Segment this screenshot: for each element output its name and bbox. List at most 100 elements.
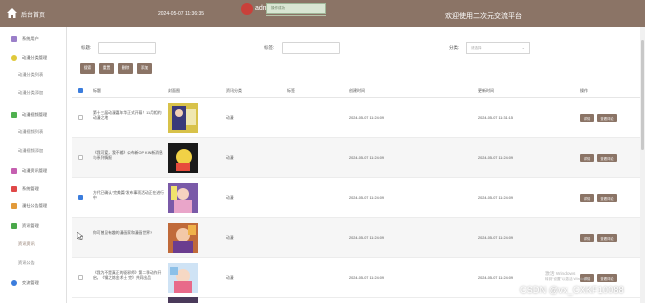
category-select[interactable]: 请选择 ⌄ <box>466 42 530 54</box>
news-icon <box>11 168 17 174</box>
detail-button[interactable]: 详情 <box>580 234 594 242</box>
row-checkbox[interactable] <box>78 275 83 280</box>
column-header-updated[interactable]: 更新时间 <box>478 88 494 94</box>
sidebar-item-exchange-manage[interactable]: 交流管理 <box>0 276 67 290</box>
sidebar-item-label: 资讯管理 <box>22 223 39 228</box>
chevron-down-icon: ⌄ <box>521 45 525 50</box>
reset-button[interactable]: 重置 <box>99 63 114 74</box>
table-row[interactable]: 方代已确认“完美篇”发布事项活动正在进行中 动漫 2024-05-07 11:2… <box>72 178 640 218</box>
cell-category: 动漫 <box>226 196 234 200</box>
select-all-checkbox[interactable] <box>78 88 83 93</box>
cell-created: 2024-05-07 11:24:09 <box>349 196 384 200</box>
sidebar: 系统用户 动漫分类管理 动漫分类列表 动漫分类添加 动漫视频管理 动漫视频列表 … <box>0 27 67 303</box>
sidebar-item-label: 动漫资讯管理 <box>22 168 48 173</box>
view-comments-button[interactable]: 查看评论 <box>597 274 617 282</box>
view-comments-button[interactable]: 查看评论 <box>597 114 617 122</box>
sidebar-item-news-manage[interactable]: 资讯管理 <box>0 219 67 233</box>
user-icon <box>11 36 17 42</box>
column-header-title[interactable]: 标题 <box>93 88 101 94</box>
settings-icon <box>11 186 17 192</box>
view-comments-button[interactable]: 查看评论 <box>597 194 617 202</box>
cell-updated: 2024-05-07 11:24:09 <box>478 236 513 240</box>
notice-icon <box>11 203 17 209</box>
cover-image <box>168 183 198 213</box>
cell-category: 动漫 <box>226 156 234 160</box>
cell-title: 方代已确认“完美篇”发布事项活动正在进行中 <box>93 191 164 200</box>
home-icon[interactable] <box>6 7 18 19</box>
success-toast: 操作成功 <box>266 3 326 14</box>
column-header-actions: 操作 <box>580 88 588 93</box>
category-search-label: 分类: <box>449 45 460 50</box>
sidebar-item-anime-news[interactable]: 动漫资讯管理 <box>0 164 67 178</box>
cell-title: 《我可爱，我不输》公布新OP KIN新消息与系列情报 <box>93 151 163 160</box>
sidebar-item-label: 动漫视频列表 <box>18 129 44 134</box>
sidebar-item-label: 动漫分类管理 <box>22 55 48 60</box>
current-datetime: 2024-05-07 11:36:35 <box>158 11 205 17</box>
sidebar-subitem-category-list[interactable]: 动漫分类列表 <box>0 68 67 82</box>
sidebar-subitem-video-list[interactable]: 动漫视频列表 <box>0 125 67 139</box>
row-checkbox[interactable] <box>78 155 83 160</box>
cell-updated: 2024-05-07 11:24:09 <box>478 156 513 160</box>
cell-created: 2024-05-07 11:24:09 <box>349 236 384 240</box>
title-search-input[interactable] <box>98 42 156 54</box>
cell-created: 2024-05-07 11:24:09 <box>349 156 384 160</box>
sidebar-item-anime-category[interactable]: 动漫分类管理 <box>0 51 67 65</box>
column-header-cover: 封面图 <box>168 88 180 93</box>
view-comments-button[interactable]: 查看评论 <box>597 234 617 242</box>
cell-title: 《我为不是真正的驱邪师》第二季动作开启，《钢之炼金术士 完》共同出品 <box>93 271 162 280</box>
sidebar-subitem-news-notice[interactable]: 资讯公告 <box>0 256 67 270</box>
sidebar-item-label: 系统管理 <box>22 186 39 191</box>
cover-image <box>168 223 198 253</box>
cell-category: 动漫 <box>226 116 234 120</box>
sidebar-item-label: 资讯资讯 <box>18 241 35 246</box>
sidebar-item-system-manage[interactable]: 系统管理 <box>0 182 67 196</box>
sidebar-subitem-video-add[interactable]: 动漫视频添加 <box>0 144 67 158</box>
top-bar: 后台首页 2024-05-07 11:36:35 admin 操作成功 欢迎使用… <box>0 0 645 27</box>
mouse-cursor-icon <box>77 232 83 240</box>
table-row[interactable]: 《我可爱，我不输》公布新OP KIN新消息与系列情报 动漫 2024-05-07… <box>72 138 640 178</box>
add-button[interactable]: 添加 <box>137 63 152 74</box>
sidebar-item-anime-video[interactable]: 动漫视频管理 <box>0 108 67 122</box>
cell-updated: 2024-05-07 11:24:09 <box>478 276 513 280</box>
title-search-label: 标题: <box>81 45 92 50</box>
cell-created: 2024-05-07 11:24:09 <box>349 276 384 280</box>
sidebar-item-notice-manage[interactable]: 漫社公告管理 <box>0 199 67 213</box>
column-header-tags[interactable]: 标签 <box>287 88 295 94</box>
sidebar-item-label: 资讯公告 <box>18 260 35 265</box>
category-select-placeholder: 请选择 <box>471 45 482 50</box>
detail-button[interactable]: 详情 <box>580 154 594 162</box>
video-icon <box>11 112 17 118</box>
label-search-label: 标签: <box>264 45 275 50</box>
news-manage-icon <box>11 223 17 229</box>
welcome-text: 欢迎使用二次元交流平台 <box>445 13 522 20</box>
windows-activation-line1: 激活 Windows <box>545 272 576 277</box>
column-header-created[interactable]: 创建时间 <box>349 88 365 94</box>
sidebar-item-label: 动漫分类列表 <box>18 72 44 77</box>
row-checkbox[interactable] <box>78 115 83 120</box>
sidebar-item-label: 交流管理 <box>22 280 39 285</box>
sidebar-item-label: 动漫分类添加 <box>18 90 44 95</box>
exchange-icon <box>11 280 17 286</box>
avatar[interactable] <box>241 3 253 15</box>
sidebar-subitem-news-list[interactable]: 资讯资讯 <box>0 237 67 251</box>
sidebar-subitem-category-add[interactable]: 动漫分类添加 <box>0 86 67 100</box>
table-row[interactable]: 你可曾见有趣的漫画家和漫画世界? 动漫 2024-05-07 11:24:09 … <box>72 218 640 258</box>
windows-activation-line2: 转到“设置”以激活 Windows。 <box>545 277 592 281</box>
column-header-category[interactable]: 资讯分类 <box>226 88 242 94</box>
cell-created: 2024-05-07 11:24:09 <box>349 116 384 120</box>
app-title[interactable]: 后台首页 <box>21 10 45 19</box>
delete-button[interactable]: 删除 <box>118 63 133 74</box>
row-checkbox[interactable] <box>78 195 83 200</box>
cover-image <box>168 143 198 173</box>
sidebar-item-system-users[interactable]: 系统用户 <box>0 32 67 46</box>
toast-text: 操作成功 <box>271 6 285 10</box>
cell-updated: 2024-05-07 11:24:09 <box>478 196 513 200</box>
view-comments-button[interactable]: 查看评论 <box>597 154 617 162</box>
search-button[interactable]: 搜索 <box>80 63 95 74</box>
detail-button[interactable]: 详情 <box>580 114 594 122</box>
scrollbar-thumb[interactable] <box>641 40 644 150</box>
csdn-watermark: CSDN @vx_CXKF10088 <box>520 285 624 295</box>
table-row[interactable]: 第十三届动漫嘉年华正式开幕！11月相约动漫之地 动漫 2024-05-07 11… <box>72 98 640 138</box>
label-search-input[interactable] <box>282 42 340 54</box>
detail-button[interactable]: 详情 <box>580 194 594 202</box>
